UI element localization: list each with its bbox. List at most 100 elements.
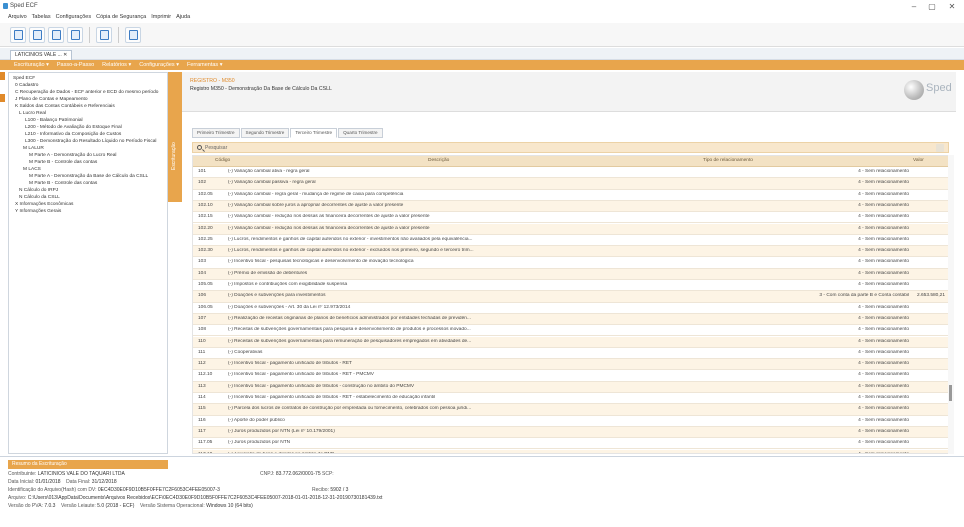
tree-item-root[interactable]: Sped ECF — [13, 76, 35, 81]
open-file-icon — [32, 29, 42, 40]
summary-line-cnpj: CNPJ: 83.772.062/0001-75 SCP: — [260, 471, 334, 477]
cell-tipo-relacionamento: 4 - Sem relacionamento — [858, 361, 909, 367]
cell-tipo-relacionamento: 4 - Sem relacionamento — [858, 338, 909, 344]
scrollbar-thumb[interactable] — [949, 385, 952, 401]
table-row[interactable]: 107 (-) Realização de receitas originária… — [193, 313, 948, 326]
table-row[interactable]: 117.10 (-) Aquisição de bens e direitos n… — [193, 449, 948, 453]
tree-item-plano-contas[interactable]: J Plano de Contas e Mapeamento — [15, 97, 88, 102]
tree-item-recuperacao[interactable]: C Recuperação de Dados - ECF anterior e … — [15, 90, 158, 95]
escrituracao-vertical-tab[interactable]: Escrituração — [168, 72, 182, 202]
table-row[interactable]: 102.05 (-) Variação cambial - regra geral… — [193, 190, 948, 201]
cell-tipo-relacionamento: 4 - Sem relacionamento — [858, 304, 909, 310]
tab-terceiro-trimestre[interactable]: Terceiro Trimestre — [290, 128, 338, 138]
tree-item-lucro-real[interactable]: L Lucro Real — [19, 111, 46, 116]
restore-button[interactable]: ▢ — [926, 2, 938, 11]
menu-ajuda[interactable]: Ajuda — [176, 13, 190, 22]
cell-codigo: 106.05 — [198, 304, 213, 310]
column-header-tipo[interactable]: Tipo de relacionamento — [703, 158, 753, 163]
cell-tipo-relacionamento: 4 - Sem relacionamento — [858, 169, 909, 174]
table-row[interactable]: 103 (-) Incentivo fiscal - pesquisas tecn… — [193, 257, 948, 269]
tab-quarto-trimestre[interactable]: Quarto Trimestre — [338, 128, 383, 138]
search-options-icon[interactable] — [936, 144, 944, 152]
sign-button[interactable] — [96, 26, 112, 43]
tree-item-lalur[interactable]: M LALUR — [23, 146, 44, 151]
tree-item-lalur-parte-a[interactable]: M Parte A - Demonstração do Lucro Real — [29, 153, 116, 158]
table-row[interactable]: 116 (-) Aporte do poder público 4 - Sem re… — [193, 416, 948, 427]
tree-item-l300[interactable]: L300 - Demonstração do Resultado Líquido… — [25, 139, 156, 144]
table-row[interactable]: 113 (-) Incentivo fiscal - pagamento unif… — [193, 381, 948, 393]
table-row[interactable]: 102.10 (-) Variação cambial sobre juros a… — [193, 200, 948, 213]
search-bar[interactable]: Pesquisar — [192, 142, 949, 153]
tree-item-calculo-csll[interactable]: N Cálculo da CSLL — [19, 195, 60, 200]
cell-descricao: (-) Prêmio de emissão de debêntures — [228, 270, 308, 276]
cell-codigo: 104 — [198, 270, 207, 276]
cell-codigo: 111 — [198, 349, 206, 355]
tree-item-lacs-parte-a[interactable]: M Parte A - Demonstração da Base de Cálc… — [29, 174, 148, 179]
table-row[interactable]: 112 (-) Incentivo fiscal - pagamento unif… — [193, 359, 948, 371]
table-row[interactable]: 111 (-) Cooperativas 4 - Sem relacionament… — [193, 348, 948, 360]
tree-item-saldos[interactable]: K Saldos das Contas Contábeis e Referenc… — [15, 104, 115, 109]
menu-tabelas[interactable]: Tabelas — [32, 13, 51, 22]
module-passo-a-passo[interactable]: Passo-a-Passo — [57, 60, 94, 70]
summary-header[interactable]: Resumo da Escrituração — [8, 460, 168, 469]
import-icon — [51, 29, 61, 40]
quarter-tabs: Primeiro Trimestre Segundo Trimestre Ter… — [192, 128, 383, 138]
table-row[interactable]: 114 (-) Incentivo fiscal - pagamento unif… — [193, 393, 948, 405]
register-code: REGISTRO - M350 — [190, 78, 235, 84]
table-row[interactable]: 102.20 (-) Variação cambial - redução nos… — [193, 223, 948, 235]
module-relatorios[interactable]: Relatórios ▾ — [102, 60, 131, 70]
module-configuracoes[interactable]: Configurações ▾ — [139, 60, 179, 70]
cell-tipo-relacionamento: 4 - Sem relacionamento — [858, 383, 909, 389]
menu-copia-seguranca[interactable]: Cópia de Segurança — [96, 13, 146, 22]
table-row[interactable]: 102.30 (-) Lucros, rendimentos e ganhos d… — [193, 246, 948, 258]
tree-item-lacs-parte-b[interactable]: M Parte B - Controle das contas — [29, 181, 97, 186]
table-row[interactable]: 105.05 (-) Impostos e contribuições com e… — [193, 280, 948, 292]
document-tab[interactable]: LATICINIOS VALE ... ✕ — [10, 50, 73, 60]
new-file-button[interactable] — [10, 26, 26, 43]
table-row[interactable]: 101 (-) Variação cambial ativa - regra ge… — [193, 167, 948, 179]
tree-item-l200[interactable]: L200 - Método de Avaliação do Estoque Fi… — [25, 125, 122, 130]
import-button[interactable] — [48, 26, 64, 43]
tree-item-l210[interactable]: L210 - Informativo da Composição de Cust… — [25, 132, 121, 137]
column-header-descricao[interactable]: Descrição — [428, 158, 449, 163]
table-row[interactable]: 117.05 (-) Juros produzidos por NTN 4 - Se… — [193, 438, 948, 450]
transmit-button[interactable] — [125, 26, 141, 43]
table-row[interactable]: 106.05 (-) Doações e subvenções - Art. 30… — [193, 303, 948, 314]
column-header-codigo[interactable]: Código — [215, 158, 230, 163]
tree-item-lacs[interactable]: M LACS — [23, 167, 41, 172]
tree-item-lalur-parte-b[interactable]: M Parte B - Controle das contas — [29, 160, 97, 165]
table-row[interactable]: 104 (-) Prêmio de emissão de debêntures 4 … — [193, 268, 948, 280]
column-header-valor[interactable]: Valor — [913, 158, 924, 163]
grid-scrollbar[interactable] — [948, 155, 954, 454]
table-row[interactable]: 117 (-) Juros produzidos por NTN (Lei nº … — [193, 426, 948, 439]
menu-arquivo[interactable]: Arquivo — [8, 13, 27, 22]
tree-item-info-economicas[interactable]: X Informações Econômicas — [15, 202, 73, 207]
open-file-button[interactable] — [29, 26, 45, 43]
table-row[interactable]: 102 (-) Variação cambial passiva - regra … — [193, 178, 948, 190]
table-row[interactable]: 106 (-) Doações e subvenções para investi… — [193, 291, 948, 303]
module-ferramentas[interactable]: Ferramentas ▾ — [187, 60, 222, 70]
minimize-button[interactable]: – — [908, 2, 920, 11]
cell-valor[interactable]: 2.653.580,21 — [893, 293, 945, 298]
table-row[interactable]: 102.25 (-) Lucros, rendimentos e ganhos d… — [193, 235, 948, 247]
cell-codigo: 102.25 — [198, 236, 213, 242]
close-button[interactable]: ✕ — [946, 2, 958, 11]
table-row[interactable]: 115 (-) Parcela dos lucros de contratos d… — [193, 404, 948, 416]
menu-imprimir[interactable]: Imprimir — [151, 13, 171, 22]
table-row[interactable]: 112.10 (-) Incentivo fiscal - pagamento u… — [193, 370, 948, 382]
table-row[interactable]: 110 (-) Receitas de subvenções governamen… — [193, 336, 948, 348]
tab-primeiro-trimestre[interactable]: Primeiro Trimestre — [192, 128, 240, 138]
title-bar: Sped ECF – ▢ ✕ — [0, 0, 964, 13]
tab-segundo-trimestre[interactable]: Segundo Trimestre — [240, 128, 290, 138]
table-row[interactable]: 108 (-) Receitas de subvenções governamen… — [193, 325, 948, 337]
validate-button[interactable] — [67, 26, 83, 43]
tree-item-cadastro[interactable]: 0 Cadastro — [15, 83, 38, 88]
module-escrituracao[interactable]: Escrituração ▾ — [14, 60, 49, 70]
table-row[interactable]: 102.15 (-) Variação cambial - redução nos… — [193, 212, 948, 224]
tree-item-calculo-irpj[interactable]: N Cálculo do IRPJ — [19, 188, 58, 193]
tree-item-l100[interactable]: L100 - Balanço Patrimonial — [25, 118, 83, 123]
cell-tipo-relacionamento: 4 - Sem relacionamento — [858, 282, 909, 287]
cell-descricao: (-) Incentivo fiscal - pagamento unifica… — [228, 395, 436, 400]
tree-item-info-gerais[interactable]: Y Informações Gerais — [15, 209, 61, 214]
menu-configuracoes[interactable]: Configurações — [56, 13, 91, 22]
